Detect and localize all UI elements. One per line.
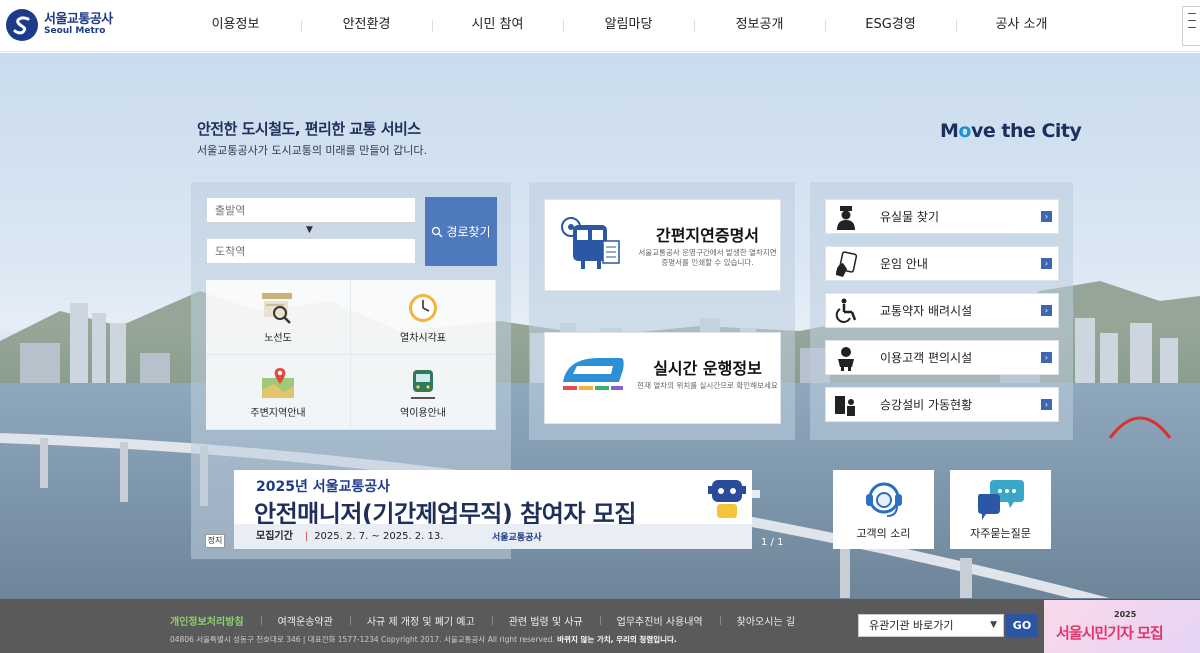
citizen-reporter-ad[interactable]: 2025 서울시민기자 모집 <box>1044 600 1200 653</box>
quick-links: 노선도 열차시각표 주변지역안내 역이용안내 <box>206 280 496 430</box>
card-title: 간편지연증명서 <box>655 226 760 245</box>
clock-icon <box>409 293 437 322</box>
nav-disclosure[interactable]: 정보공개 <box>694 0 825 52</box>
ticket-icon <box>836 250 858 277</box>
wheelchair-icon <box>835 298 857 323</box>
banner-period-label: 모집기간 <box>256 531 293 542</box>
footer-expense-link[interactable]: 업무추진비 사용내역 <box>599 613 720 628</box>
service-label: 이용고객 편의시설 <box>880 351 973 365</box>
quick-station-guide[interactable]: 역이용안내 <box>351 355 496 430</box>
ad-year: 2025 <box>1114 610 1137 619</box>
chat-bubble-icon <box>978 480 1024 520</box>
banner-brand: 서울교통공사 <box>492 533 542 543</box>
departure-station-input[interactable] <box>206 197 416 223</box>
quick-label: 주변지역안내 <box>250 407 306 419</box>
service-convenience[interactable]: 이용고객 편의시설 › <box>825 340 1059 375</box>
hero-title: 안전한 도시철도, 편리한 교통 서비스 <box>197 120 421 138</box>
footer-privacy-link[interactable]: 개인정보처리방침 <box>170 613 261 628</box>
delay-certificate-icon <box>561 217 620 269</box>
service-fare-info[interactable]: 운임 안내 › <box>825 246 1059 281</box>
realtime-operation-card[interactable]: 실시간 운행정보 현재 열차의 위치를 실시간으로 확인해보세요 <box>544 332 781 424</box>
quick-label: 열차시각표 <box>400 332 446 344</box>
nav-usage-info[interactable]: 이용정보 <box>170 0 301 52</box>
footer-motto: 바뀌지 않는 가치, 우리의 청렴입니다. <box>557 635 677 644</box>
route-search-button[interactable]: 경로찾기 <box>425 197 497 266</box>
move-the-city-slogan: Move the City <box>940 120 1082 142</box>
arrow-right-icon: › <box>1041 399 1052 410</box>
route-arrow-icon: ▼ <box>306 225 313 235</box>
nav-safety[interactable]: 안전환경 <box>301 0 432 52</box>
logo-text-en: Seoul Metro <box>44 26 106 37</box>
headset-icon <box>866 482 902 517</box>
footer-law-link[interactable]: 관련 법령 및 사규 <box>491 613 600 628</box>
recruit-banner[interactable]: 2025년 서울교통공사 안전매니저(기간제업무직) 참여자 모집 모집기간 | 2… <box>234 470 752 549</box>
arrow-right-icon: › <box>1041 352 1052 363</box>
card-title: 실시간 운행정보 <box>653 359 762 378</box>
footer-address-text: 04806 서울특별시 성동구 천호대로 346 | 대표전화 1577-123… <box>170 635 555 644</box>
service-lost-found[interactable]: 유실물 찾기 › <box>825 199 1059 234</box>
seoul-metro-logo[interactable]: 서울교통공사 Seoul Metro <box>6 9 113 41</box>
arrival-station-input[interactable] <box>206 238 416 264</box>
related-sites-go-button[interactable]: GO <box>1006 614 1038 637</box>
elevator-icon <box>835 395 855 416</box>
delay-certificate-card[interactable]: 간편지연증명서 서울교통공사 운영구간에서 발생한 열차지연증명서를 인쇄할 수… <box>544 199 781 291</box>
service-accessibility[interactable]: 교통약자 배려시설 › <box>825 293 1059 328</box>
footer-links: 개인정보처리방침 여객운송약관 사규 제 개정 및 폐기 예고 관련 법령 및 … <box>170 613 812 628</box>
main-nav: 이용정보 안전환경 시민 참여 알림마당 정보공개 ESG경영 공사 소개 <box>170 0 1087 52</box>
arrow-right-icon: › <box>1041 211 1052 222</box>
arrow-right-icon: › <box>1041 305 1052 316</box>
quick-label: 노선도 <box>264 332 292 344</box>
service-label: 승강설비 가동현황 <box>880 398 973 412</box>
banner-stop-button[interactable]: 정지 <box>205 534 225 548</box>
quick-nearby-info[interactable]: 주변지역안내 <box>206 355 351 430</box>
quick-route-map[interactable]: 노선도 <box>206 280 351 355</box>
service-elevator-status[interactable]: 승강설비 가동현황 › <box>825 387 1059 422</box>
service-label: 유실물 찾기 <box>880 210 940 224</box>
site-header: 서울교통공사 Seoul Metro 이용정보 안전환경 시민 참여 알림마당 … <box>0 0 1200 52</box>
officer-icon <box>837 205 855 230</box>
hero-subtitle: 서울교통공사가 도시교통의 미래를 만들어 갑니다. <box>197 144 428 157</box>
faq-button[interactable]: 자주묻는질문 <box>950 470 1051 549</box>
customer-voice-button[interactable]: 고객의 소리 <box>833 470 934 549</box>
magnifier-icon <box>432 226 443 237</box>
nav-citizen[interactable]: 시민 참여 <box>432 0 563 52</box>
customer-voice-label: 고객의 소리 <box>856 527 911 540</box>
quick-label: 역이용안내 <box>400 407 446 419</box>
slogan-part-o: o <box>958 120 971 142</box>
related-sites-select[interactable]: 유관기관 바로가기 ▼ <box>858 614 1004 637</box>
route-search-label: 경로찾기 <box>446 225 491 239</box>
quick-timetable[interactable]: 열차시각표 <box>351 280 496 355</box>
sitemap-menu-button[interactable] <box>1182 6 1200 46</box>
banner-kicker: 2025년 서울교통공사 <box>256 479 390 495</box>
banner-pager: 1 / 1 <box>761 537 784 548</box>
service-label: 운임 안내 <box>880 257 928 271</box>
footer-rule-notice-link[interactable]: 사규 제 개정 및 폐기 예고 <box>349 613 492 628</box>
nav-about[interactable]: 공사 소개 <box>956 0 1087 52</box>
related-sites-value: 유관기관 바로가기 <box>869 619 954 632</box>
chevron-down-icon: ▼ <box>990 620 997 630</box>
slogan-part-a: M <box>940 120 959 142</box>
footer-address: 04806 서울특별시 성동구 천호대로 346 | 대표전화 1577-123… <box>170 634 677 645</box>
route-map-icon <box>262 292 292 324</box>
arrow-right-icon: › <box>1041 258 1052 269</box>
footer-terms-link[interactable]: 여객운송약관 <box>260 613 350 628</box>
ad-text: 서울시민기자 모집 <box>1056 624 1164 642</box>
card-description: 서울교통공사 운영구간에서 발생한 열차지연증명서를 인쇄할 수 있습니다. <box>638 248 777 268</box>
train-front-icon <box>411 369 435 399</box>
map-pin-icon <box>262 367 294 398</box>
nav-esg[interactable]: ESG경영 <box>825 0 956 52</box>
slogan-part-b: ve the City <box>970 120 1082 142</box>
service-label: 교통약자 배려시설 <box>880 304 973 318</box>
logo-text-ko: 서울교통공사 <box>44 12 113 28</box>
logo-mark-icon <box>6 9 38 41</box>
banner-period: 2025. 2. 7. ~ 2025. 2. 13. <box>314 531 444 542</box>
mascot-robot-icon <box>708 480 746 518</box>
realtime-train-icon <box>563 358 624 390</box>
card-description: 현재 열차의 위치를 실시간으로 확인해보세요 <box>637 381 778 390</box>
footer-directions-link[interactable]: 찾아오시는 길 <box>719 613 812 628</box>
faq-label: 자주묻는질문 <box>970 527 1031 540</box>
baby-icon <box>838 346 854 371</box>
nav-notice[interactable]: 알림마당 <box>563 0 694 52</box>
